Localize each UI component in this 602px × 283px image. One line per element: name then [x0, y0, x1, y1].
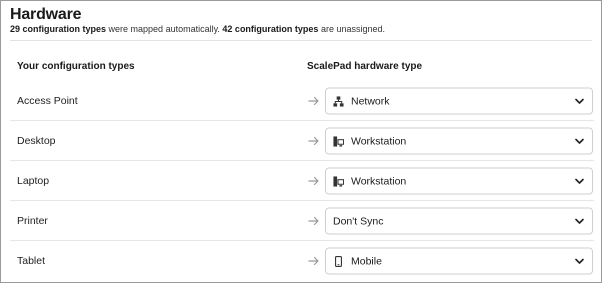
arrow-right-icon: [308, 216, 319, 226]
chevron-down-icon: [575, 178, 584, 184]
mapping-summary: 29 configuration types were mapped autom…: [10, 24, 385, 34]
workstation-icon: [333, 175, 344, 187]
selected-value: Mobile: [351, 255, 382, 267]
chevron-down-icon: [575, 258, 584, 264]
column-header-config-types: Your configuration types: [17, 61, 135, 72]
chevron-down-icon: [575, 218, 584, 224]
config-type-label: Desktop: [17, 135, 56, 147]
arrow-right-icon: [308, 136, 319, 146]
mapping-row-desktop: Desktop Workstation: [10, 121, 594, 161]
hardware-type-select[interactable]: Don't Sync: [325, 207, 593, 235]
arrow-right-icon: [308, 176, 319, 186]
network-icon: [333, 95, 344, 107]
selected-value: Don't Sync: [333, 215, 384, 227]
page-title: Hardware: [10, 6, 82, 23]
hardware-type-select[interactable]: Workstation: [325, 167, 593, 195]
mapping-row-access-point: Access Point Network: [10, 81, 594, 121]
workstation-icon: [333, 135, 344, 147]
config-type-label: Laptop: [17, 175, 50, 187]
unassigned-count: 42 configuration types: [222, 24, 319, 34]
mapping-row-printer: Printer Don't Sync: [10, 201, 594, 241]
hardware-type-select[interactable]: Network: [325, 87, 593, 115]
hardware-type-select[interactable]: Mobile: [325, 247, 593, 275]
mapped-count: 29 configuration types: [10, 24, 107, 34]
arrow-right-icon: [308, 96, 319, 106]
selected-value: Workstation: [351, 135, 407, 147]
header-divider: [10, 40, 592, 41]
column-header-hardware-type: ScalePad hardware type: [307, 61, 423, 72]
arrow-right-icon: [308, 256, 319, 266]
unassigned-suffix: are unassigned.: [318, 24, 385, 34]
mapped-suffix: were mapped automatically.: [106, 24, 223, 34]
config-type-label: Access Point: [17, 95, 78, 107]
mobile-icon: [335, 255, 342, 267]
config-type-label: Tablet: [17, 255, 46, 267]
mapping-row-tablet: Tablet Mobile: [10, 241, 594, 281]
hardware-type-select[interactable]: Workstation: [325, 127, 593, 155]
selected-value: Network: [351, 95, 390, 107]
mapping-row-laptop: Laptop Workstation: [10, 161, 594, 201]
chevron-down-icon: [575, 98, 584, 104]
selected-value: Workstation: [351, 175, 407, 187]
hardware-panel: Hardware 29 configuration types were map…: [0, 0, 602, 283]
chevron-down-icon: [575, 138, 584, 144]
config-type-label: Printer: [17, 215, 48, 227]
